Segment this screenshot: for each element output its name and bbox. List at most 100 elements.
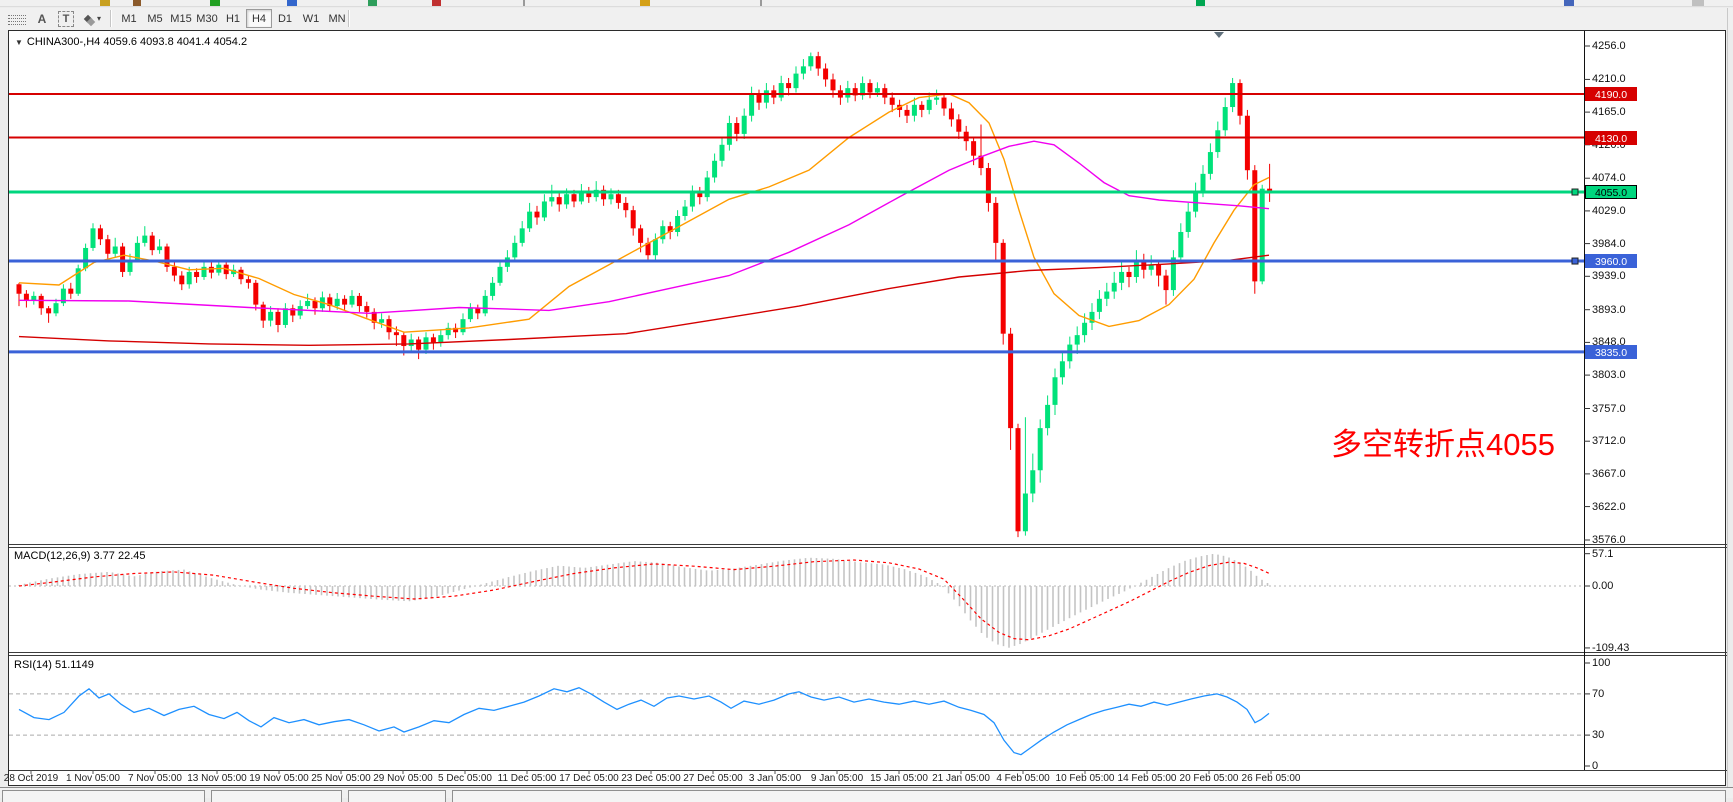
rsi-label: RSI(14) 51.1149: [14, 659, 94, 671]
rsi-tick-label: 70: [1592, 688, 1604, 700]
chart-shift-marker[interactable]: [1214, 32, 1224, 38]
candle-up: [720, 145, 725, 161]
candle-up: [409, 339, 414, 346]
candle-down: [816, 56, 821, 68]
macd-tick-label: -109.43: [1592, 642, 1629, 654]
date-axis-label: 13 Nov 05:00: [187, 773, 247, 784]
candle-up: [438, 335, 443, 342]
candle-up: [660, 226, 665, 239]
macd-signal-line: [19, 560, 1269, 640]
candle-down: [105, 239, 110, 254]
candle-up: [157, 247, 162, 251]
timeframe-button-h1[interactable]: H1: [220, 9, 246, 28]
candle-down: [786, 83, 791, 88]
timeframe-button-h4[interactable]: H4: [246, 9, 272, 28]
toolbar-icon-fragment: [640, 0, 650, 6]
grid-dots-icon[interactable]: [5, 9, 29, 28]
candle-down: [868, 83, 873, 92]
candle-down: [313, 301, 318, 308]
timeframe-button-m1[interactable]: M1: [116, 9, 142, 28]
candle-up: [1112, 283, 1117, 292]
candle-up: [461, 319, 466, 332]
date-axis-label: 26 Feb 05:00: [1242, 773, 1301, 784]
toolbar-icon-fragment: [1564, 0, 1574, 6]
price-level-badge-4130.0: 4130.0: [1585, 131, 1637, 145]
candle-up: [801, 66, 806, 73]
price-tick-label: 3576.0: [1592, 534, 1626, 546]
price-tick-label: 3984.0: [1592, 238, 1626, 250]
candle-up: [283, 308, 288, 325]
chart-title-collapse-icon[interactable]: ▼: [15, 38, 23, 47]
candle-up: [564, 194, 569, 204]
candle-up: [113, 247, 118, 254]
toolbar-icon-fragment: [523, 0, 525, 6]
rsi-tick-label: 30: [1592, 729, 1604, 741]
candle-down: [261, 305, 266, 321]
toolbar-icon-fragment: [760, 0, 762, 6]
price-level-badge-4055.0: 4055.0: [1585, 185, 1637, 199]
candle-up: [187, 272, 192, 284]
candle-up: [845, 88, 850, 97]
timeframe-button-mn[interactable]: MN: [324, 9, 350, 28]
candle-up: [512, 243, 517, 258]
candle-down: [246, 279, 251, 283]
chart-title: ▼CHINA300-,H4 4059.6 4093.8 4041.4 4054.…: [15, 36, 247, 48]
price-tick-label: 4210.0: [1592, 73, 1626, 85]
price-level-badge-3960.0: 3960.0: [1585, 254, 1637, 268]
hline-handle: [1572, 189, 1578, 195]
date-axis-label: 9 Jan 05:00: [811, 773, 863, 784]
chart-ohlc-values: 4059.6 4093.8 4041.4 4054.2: [103, 36, 247, 48]
candle-up: [705, 177, 710, 197]
toolbar: A T ▾ M1M5M15M30H1H4D1W1MN: [0, 8, 1733, 30]
letter-a-icon[interactable]: A: [33, 9, 51, 28]
date-axis-label: 1 Nov 05:00: [66, 773, 120, 784]
chart-plot[interactable]: [9, 31, 1727, 787]
candle-down: [823, 69, 828, 80]
candle-down: [623, 203, 628, 210]
text-box-icon[interactable]: T: [56, 9, 76, 28]
candle-up: [142, 236, 147, 243]
candle-up: [727, 123, 732, 145]
chart-tab-stub[interactable]: [211, 790, 342, 802]
timeframe-button-m30[interactable]: M30: [194, 9, 220, 28]
timeframe-button-m15[interactable]: M15: [168, 9, 194, 28]
toolbar-top-strip: [0, 0, 1733, 7]
price-tick-label: 3667.0: [1592, 468, 1626, 480]
candle-down: [831, 79, 836, 90]
shapes-dropdown-icon[interactable]: ▾: [80, 9, 106, 28]
price-tick-label: 4165.0: [1592, 106, 1626, 118]
candle-up: [483, 296, 488, 313]
candle-up: [683, 207, 688, 216]
price-tick-label: 4074.0: [1592, 172, 1626, 184]
candle-up: [808, 56, 813, 66]
macd-label: MACD(12,26,9) 3.77 22.45: [14, 550, 146, 562]
chart-window[interactable]: ▼CHINA300-,H4 4059.6 4093.8 4041.4 4054.…: [8, 30, 1726, 786]
candle-down: [572, 194, 577, 201]
macd-main-value: 3.77: [93, 550, 114, 562]
chart-tab-stub[interactable]: [452, 790, 1726, 802]
candle-up: [202, 267, 207, 277]
candle-down: [993, 203, 998, 243]
candle-up: [912, 105, 917, 116]
candle-up: [875, 88, 880, 92]
price-level-badge-4190.0: 4190.0: [1585, 87, 1637, 101]
candle-up: [1186, 212, 1191, 232]
timeframe-button-w1[interactable]: W1: [298, 9, 324, 28]
price-tick-label: 3893.0: [1592, 304, 1626, 316]
candle-down: [253, 283, 258, 305]
candle-up: [1030, 470, 1035, 493]
candle-up: [1178, 232, 1183, 257]
rsi-value: 51.1149: [55, 659, 94, 671]
candle-up: [712, 161, 717, 178]
timeframe-button-m5[interactable]: M5: [142, 9, 168, 28]
chart-tab-stub[interactable]: [2, 790, 205, 802]
timeframe-button-d1[interactable]: D1: [272, 9, 298, 28]
candle-up: [490, 283, 495, 296]
candle-down: [431, 337, 436, 342]
date-axis-label: 20 Feb 05:00: [1180, 773, 1239, 784]
candle-down: [357, 296, 362, 306]
candle-up: [379, 319, 384, 323]
chart-tab-stub[interactable]: [348, 790, 446, 802]
candle-down: [172, 267, 177, 276]
bottom-tab-bar: [0, 787, 1733, 798]
